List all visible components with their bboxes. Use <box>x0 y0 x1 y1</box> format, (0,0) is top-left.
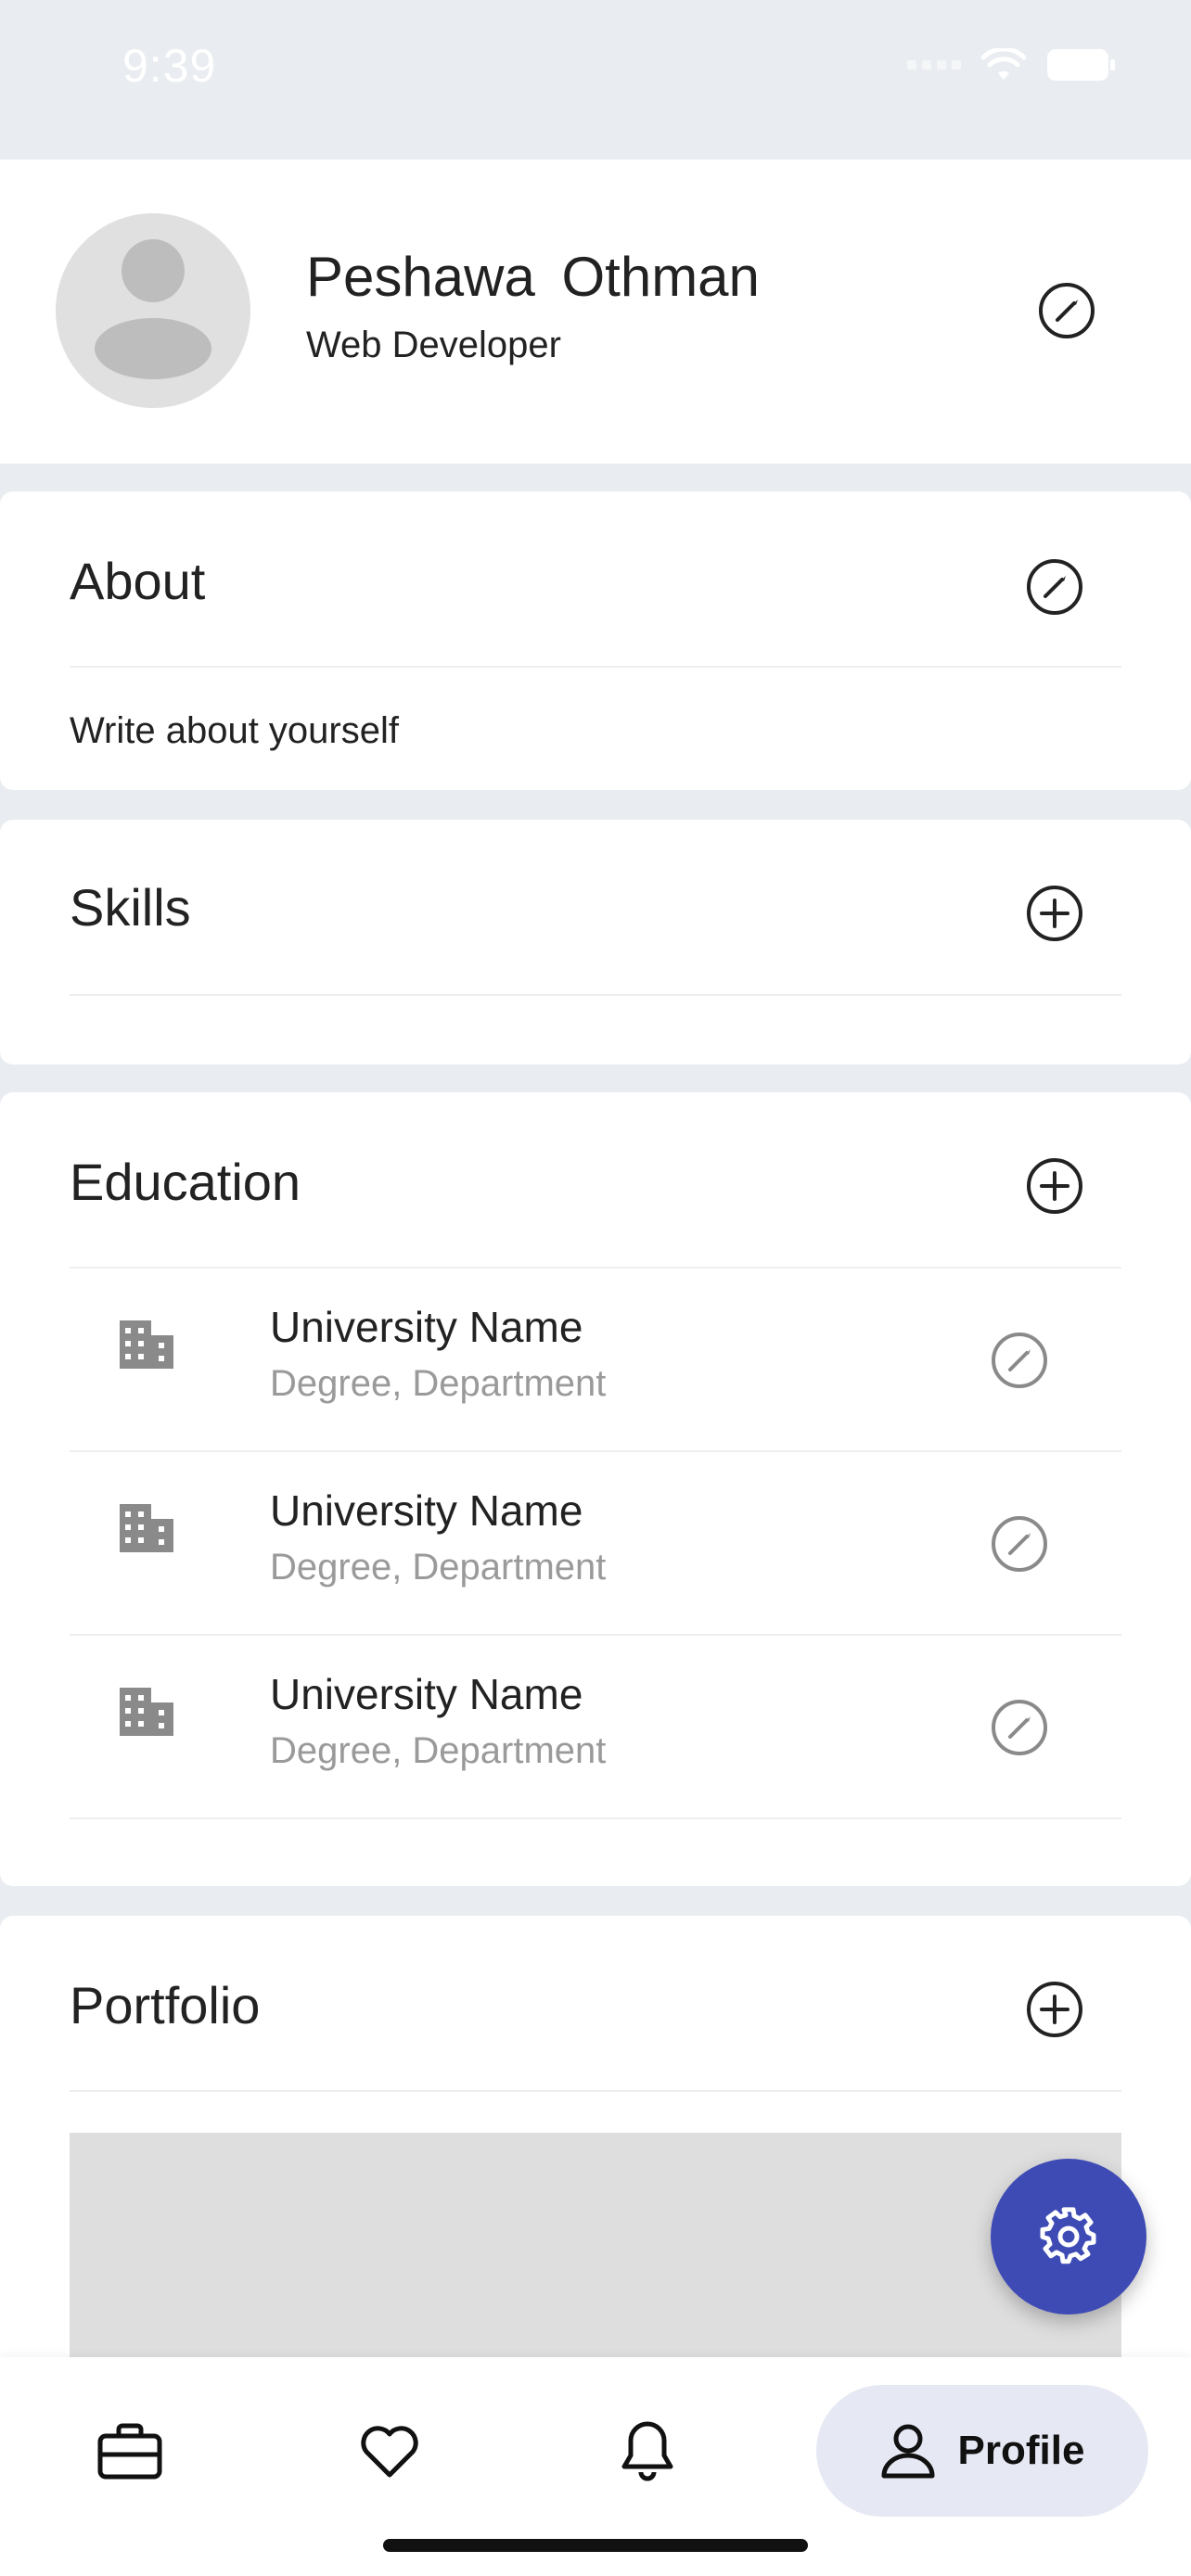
university-name: University Name <box>270 1670 583 1718</box>
add-skill-button[interactable] <box>1022 881 1087 946</box>
nav-favorites[interactable] <box>334 2385 445 2517</box>
add-portfolio-button[interactable] <box>1022 1977 1087 2042</box>
skills-section: Skills <box>0 820 1191 1065</box>
building-icon <box>118 1684 175 1742</box>
nav-notifications[interactable] <box>592 2385 703 2517</box>
status-time: 9:39 <box>122 40 217 92</box>
briefcase-icon <box>97 2423 162 2480</box>
nav-jobs[interactable] <box>74 2385 186 2517</box>
university-name: University Name <box>270 1303 583 1351</box>
status-bar: 9:39 <box>0 0 1191 159</box>
building-icon <box>118 1500 175 1559</box>
university-name: University Name <box>270 1486 583 1535</box>
edit-education-button[interactable] <box>987 1695 1052 1760</box>
education-title: Education <box>70 1153 301 1211</box>
avatar[interactable] <box>56 213 250 408</box>
person-icon <box>881 2424 935 2479</box>
battery-icon <box>1046 48 1117 82</box>
profile-role: Web Developer <box>306 325 561 365</box>
nav-profile-label: Profile <box>957 2428 1085 2473</box>
degree-department: Degree, Department <box>270 1730 607 1771</box>
edit-about-button[interactable] <box>1022 555 1087 619</box>
about-title: About <box>70 552 206 610</box>
wifi-icon <box>981 48 1026 82</box>
add-education-button[interactable] <box>1022 1154 1087 1218</box>
divider <box>70 994 1121 996</box>
signal-icon <box>907 60 961 70</box>
avatar-placeholder-icon <box>95 239 211 379</box>
edit-icon <box>992 1700 1047 1755</box>
building-icon <box>118 1317 175 1375</box>
nav-profile[interactable]: Profile <box>816 2385 1148 2517</box>
divider <box>70 666 1121 668</box>
gear-icon <box>1040 2207 1096 2264</box>
portfolio-title: Portfolio <box>70 1976 261 2034</box>
skills-title: Skills <box>70 878 191 937</box>
degree-department: Degree, Department <box>270 1547 607 1588</box>
profile-header: Peshawa Othman Web Developer <box>0 159 1191 464</box>
divider <box>70 2090 1121 2092</box>
home-indicator <box>383 2539 808 2552</box>
profile-name: Peshawa Othman <box>306 246 760 308</box>
edit-icon <box>1039 283 1095 338</box>
add-icon <box>1027 1158 1082 1214</box>
about-text: Write about yourself <box>70 710 399 751</box>
degree-department: Degree, Department <box>270 1363 607 1404</box>
edit-icon <box>1027 559 1082 615</box>
about-section: About Write about yourself <box>0 491 1191 790</box>
settings-fab[interactable] <box>991 2159 1146 2315</box>
education-item[interactable]: University Name Degree, Department <box>70 1452 1121 1636</box>
edit-education-button[interactable] <box>987 1511 1052 1576</box>
edit-profile-button[interactable] <box>1034 278 1099 343</box>
heart-icon <box>361 2426 418 2478</box>
edit-education-button[interactable] <box>987 1328 1052 1393</box>
bell-icon <box>621 2421 673 2481</box>
education-item[interactable]: University Name Degree, Department <box>70 1269 1121 1452</box>
edit-icon <box>992 1333 1047 1388</box>
education-item[interactable]: University Name Degree, Department <box>70 1636 1121 1819</box>
add-icon <box>1027 1982 1082 2037</box>
status-icons <box>907 48 1117 82</box>
education-section: Education University Name Degree, Depart… <box>0 1092 1191 1886</box>
add-icon <box>1027 886 1082 941</box>
edit-icon <box>992 1516 1047 1572</box>
divider <box>70 1817 1121 1819</box>
